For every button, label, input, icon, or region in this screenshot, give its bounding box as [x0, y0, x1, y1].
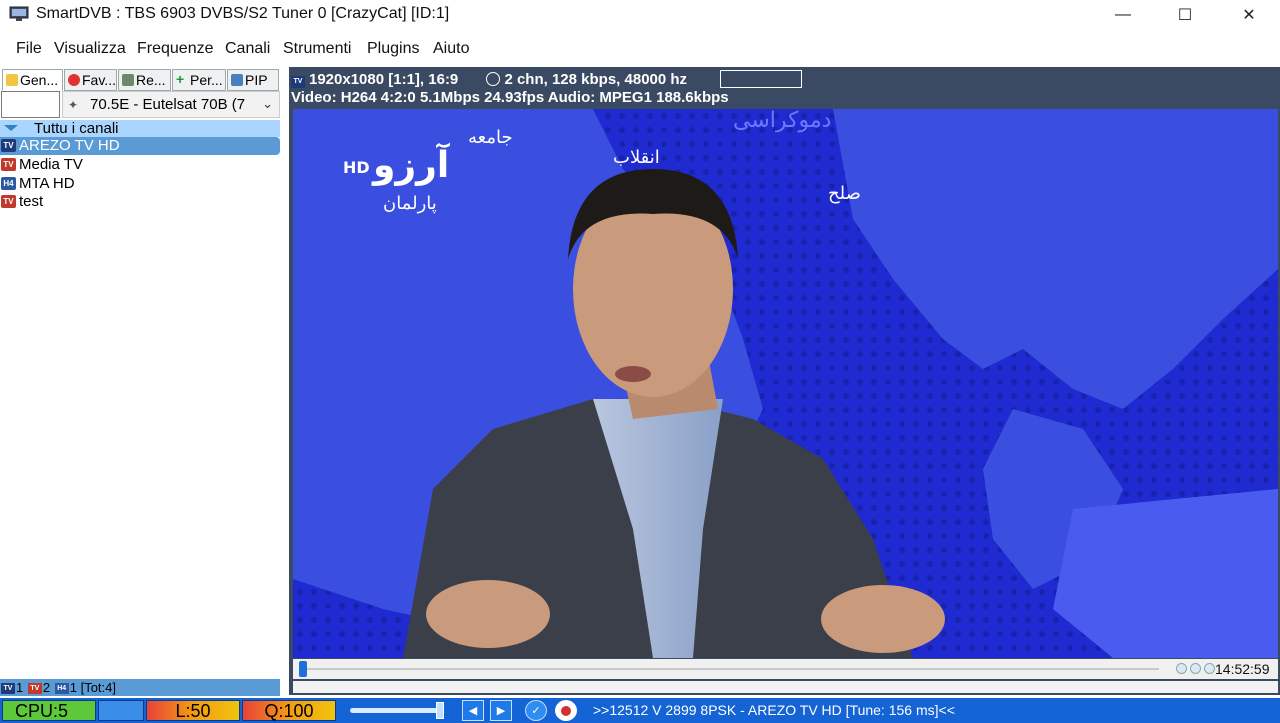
- tab-label: PIP: [245, 72, 268, 88]
- satellite-value: 70.5E - Eutelsat 70B (7: [90, 96, 246, 113]
- stream-info-line2: Video: H264 4:2:0 5.1Mbps 24.93fps Audio…: [291, 89, 729, 106]
- menu-strumenti[interactable]: Strumenti: [283, 40, 351, 58]
- map-label: جامعه: [468, 127, 513, 148]
- tab-personal[interactable]: + Per...: [172, 69, 226, 91]
- chevron-down-icon: ⌄: [262, 96, 273, 111]
- collapse-arrow-icon: [4, 125, 18, 131]
- signal-quality-meter: Q:100: [242, 700, 336, 721]
- menu-bar: File Visualizza Frequenze Canali Strumen…: [0, 38, 1280, 62]
- check-icon[interactable]: ✓: [525, 700, 547, 721]
- menu-file[interactable]: File: [16, 40, 42, 58]
- channel-group-label: Tuttu i canali: [34, 120, 119, 137]
- app-icon: [9, 6, 29, 21]
- menu-canali[interactable]: Canali: [225, 40, 270, 58]
- pip-icon: [231, 74, 243, 86]
- status-bar: CPU:5 L:50 Q:100 ◀ ▶ ✓ >>12512 V 2899 8P…: [0, 698, 1280, 723]
- tv-count: 1: [16, 680, 24, 695]
- stream-info-line1: TV 1920x1080 [1:1], 16:9 2 chn, 128 kbps,…: [291, 71, 687, 88]
- channel-name: AREZO TV HD: [19, 137, 120, 154]
- tab-recordings[interactable]: Re...: [118, 69, 171, 91]
- menu-plugins[interactable]: Plugins: [367, 40, 419, 58]
- tv-icon: TV: [291, 76, 305, 88]
- plus-icon: +: [176, 71, 185, 87]
- menu-visualizza[interactable]: Visualizza: [54, 40, 126, 58]
- hd-count: 1: [69, 680, 77, 695]
- channel-row[interactable]: H4 MTA HD: [0, 175, 280, 193]
- channel-panel: Gen... Fav... Re... + Per... PIP ✦ 70.5E…: [0, 67, 284, 698]
- map-label: صلح: [828, 183, 861, 204]
- tune-status-message: >>12512 V 2899 8PSK - AREZO TV HD [Tune:…: [593, 702, 955, 718]
- tab-general[interactable]: Gen...: [2, 69, 63, 91]
- channel-group-row[interactable]: Tuttu i canali: [0, 120, 280, 137]
- map-label: پارلمان: [383, 193, 437, 214]
- satellite-select[interactable]: ✦ 70.5E - Eutelsat 70B (7 ⌄: [62, 91, 280, 118]
- volume-thumb[interactable]: [436, 702, 444, 719]
- channel-filter-input[interactable]: [1, 91, 60, 118]
- signal-level-meter: L:50: [146, 700, 240, 721]
- channel-row[interactable]: TV AREZO TV HD: [0, 137, 280, 155]
- seek-track[interactable]: [299, 668, 1159, 670]
- title-bar: SmartDVB : TBS 6903 DVBS/S2 Tuner 0 [Cra…: [0, 0, 1280, 30]
- play-button[interactable]: [1176, 663, 1187, 674]
- menu-frequenze[interactable]: Frequenze: [137, 40, 214, 58]
- tv-icon: TV: [1, 195, 16, 208]
- stop-button[interactable]: [1204, 663, 1215, 674]
- volume-slider[interactable]: [350, 708, 442, 713]
- tab-label: Fav...: [82, 72, 116, 88]
- menu-aiuto[interactable]: Aiuto: [433, 40, 469, 58]
- clock-time: 14:52:59: [1215, 661, 1270, 677]
- minimize-button[interactable]: —: [1100, 0, 1146, 30]
- audio-info-icon: [486, 72, 501, 86]
- next-channel-button[interactable]: ▶: [490, 700, 512, 721]
- favorites-icon: [68, 74, 80, 86]
- map-label: انقلاب: [613, 147, 660, 168]
- tab-label: Re...: [136, 72, 166, 88]
- channel-count-status: TV 1 TV 2 H4 1 [Tot:4]: [0, 679, 280, 696]
- record-button[interactable]: [555, 700, 577, 721]
- channel-name: MTA HD: [19, 175, 75, 192]
- tv-icon: TV: [1, 158, 16, 171]
- channel-name: Media TV: [19, 156, 83, 173]
- tv-icon: TV: [1, 139, 16, 152]
- signal-level-box: [720, 70, 802, 88]
- radio-icon: TV: [27, 683, 42, 695]
- radio-count: 2: [42, 680, 51, 695]
- video-resolution: 1920x1080 [1:1], 16:9: [309, 71, 459, 88]
- map-label: دموکراسی: [733, 109, 831, 133]
- cpu-meter: CPU:5: [2, 700, 96, 721]
- buffer-meter: [98, 700, 144, 721]
- record-icon: [122, 74, 134, 86]
- video-frame[interactable]: HD آرزو جامعه انقلاب دموکراسی صلح پارلما…: [293, 109, 1278, 658]
- tab-label: Per...: [190, 72, 223, 88]
- video-image: HD آرزو جامعه انقلاب دموکراسی صلح پارلما…: [293, 109, 1278, 658]
- pause-button[interactable]: [1190, 663, 1201, 674]
- hd-icon: H4: [1, 177, 16, 190]
- close-button[interactable]: ✕: [1226, 0, 1272, 30]
- seek-thumb[interactable]: [299, 661, 307, 677]
- previous-channel-button[interactable]: ◀: [462, 700, 484, 721]
- satellite-icon: ✦: [68, 97, 79, 112]
- channel-row[interactable]: TV Media TV: [0, 156, 280, 174]
- tab-label: Gen...: [20, 72, 59, 88]
- hd-icon: H4: [54, 683, 69, 695]
- channel-logo-hd: HD: [343, 158, 370, 177]
- record-icon: [561, 705, 571, 716]
- tab-favorites[interactable]: Fav...: [64, 69, 117, 91]
- window-title: SmartDVB : TBS 6903 DVBS/S2 Tuner 0 [Cra…: [36, 5, 450, 22]
- channel-row[interactable]: TV test: [0, 193, 280, 211]
- tv-icon: TV: [1, 683, 15, 695]
- video-panel: TV 1920x1080 [1:1], 16:9 2 chn, 128 kbps,…: [289, 67, 1280, 695]
- tab-pip[interactable]: PIP: [227, 69, 279, 91]
- channel-logo: آرزو: [371, 142, 451, 186]
- horizontal-scrollbar[interactable]: [293, 681, 1278, 693]
- total-count: [Tot:4]: [80, 680, 116, 695]
- maximize-button[interactable]: ☐: [1162, 0, 1208, 30]
- channel-name: test: [19, 193, 44, 210]
- folder-icon: [6, 74, 18, 86]
- seek-bar[interactable]: 14:52:59: [293, 659, 1278, 679]
- audio-info: 2 chn, 128 kbps, 48000 hz: [504, 71, 688, 88]
